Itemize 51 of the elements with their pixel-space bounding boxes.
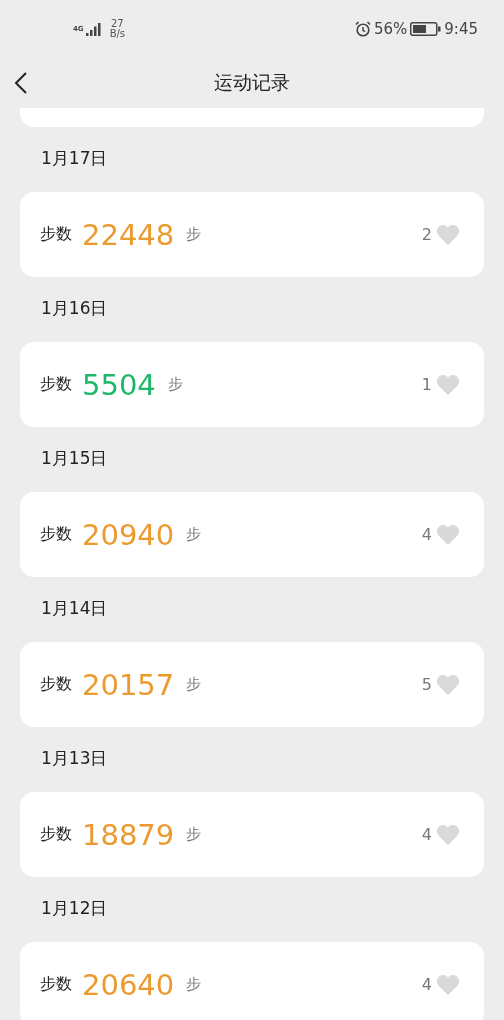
date-label: 1月13日 <box>41 747 108 770</box>
date-label: 1月15日 <box>41 447 108 470</box>
steps-value: 20157 <box>82 667 175 702</box>
steps-label: 步数 <box>40 974 72 995</box>
record-card[interactable]: 步数 20157 步 5 <box>20 642 484 727</box>
date-label: 1月17日 <box>41 147 108 170</box>
steps-label: 步数 <box>40 824 72 845</box>
date-label: 1月14日 <box>41 597 108 620</box>
heart-icon[interactable] <box>436 974 460 995</box>
like-count: 4 <box>421 825 432 844</box>
steps-label: 步数 <box>40 674 72 695</box>
record-card[interactable]: 步数 20640 步 4 <box>20 942 484 1020</box>
battery-icon <box>410 22 442 36</box>
signal-icon <box>85 22 102 36</box>
clock-time: 9:45 <box>444 20 478 38</box>
steps-label: 步数 <box>40 524 72 545</box>
record-card[interactable]: 步数 22448 步 2 <box>20 192 484 277</box>
back-icon[interactable] <box>14 71 28 95</box>
date-label: 1月16日 <box>41 297 108 320</box>
steps-unit: 步 <box>167 375 183 394</box>
heart-icon[interactable] <box>436 524 460 545</box>
alarm-icon <box>354 21 371 37</box>
heart-icon[interactable] <box>436 374 460 395</box>
steps-value: 18879 <box>82 817 175 852</box>
date-label: 1月12日 <box>41 897 108 920</box>
steps-value: 20940 <box>82 517 175 552</box>
speed-value: 27 <box>110 19 125 29</box>
like-count: 5 <box>421 675 432 694</box>
heart-icon[interactable] <box>436 674 460 695</box>
page-title: 运动记录 <box>214 70 290 95</box>
steps-unit: 步 <box>186 525 202 544</box>
steps-unit: 步 <box>186 975 202 994</box>
record-card[interactable]: 步数 18879 步 4 <box>20 792 484 877</box>
like-count: 1 <box>421 375 432 394</box>
steps-label: 步数 <box>40 224 72 245</box>
like-count: 4 <box>421 975 432 994</box>
steps-label: 步数 <box>40 374 72 395</box>
steps-value: 22448 <box>82 217 175 252</box>
steps-unit: 步 <box>186 825 202 844</box>
heart-icon[interactable] <box>436 224 460 245</box>
steps-unit: 步 <box>186 675 202 694</box>
like-count: 2 <box>421 225 432 244</box>
steps-value: 20640 <box>82 967 175 1002</box>
record-card[interactable]: 步数 20940 步 4 <box>20 492 484 577</box>
record-card[interactable]: 步数 5504 步 1 <box>20 342 484 427</box>
speed-unit: B/s <box>109 29 126 39</box>
heart-icon[interactable] <box>436 824 460 845</box>
steps-value: 5504 <box>82 367 156 402</box>
steps-unit: 步 <box>186 225 202 244</box>
like-count: 4 <box>421 525 432 544</box>
battery-percent: 56% <box>373 20 408 38</box>
